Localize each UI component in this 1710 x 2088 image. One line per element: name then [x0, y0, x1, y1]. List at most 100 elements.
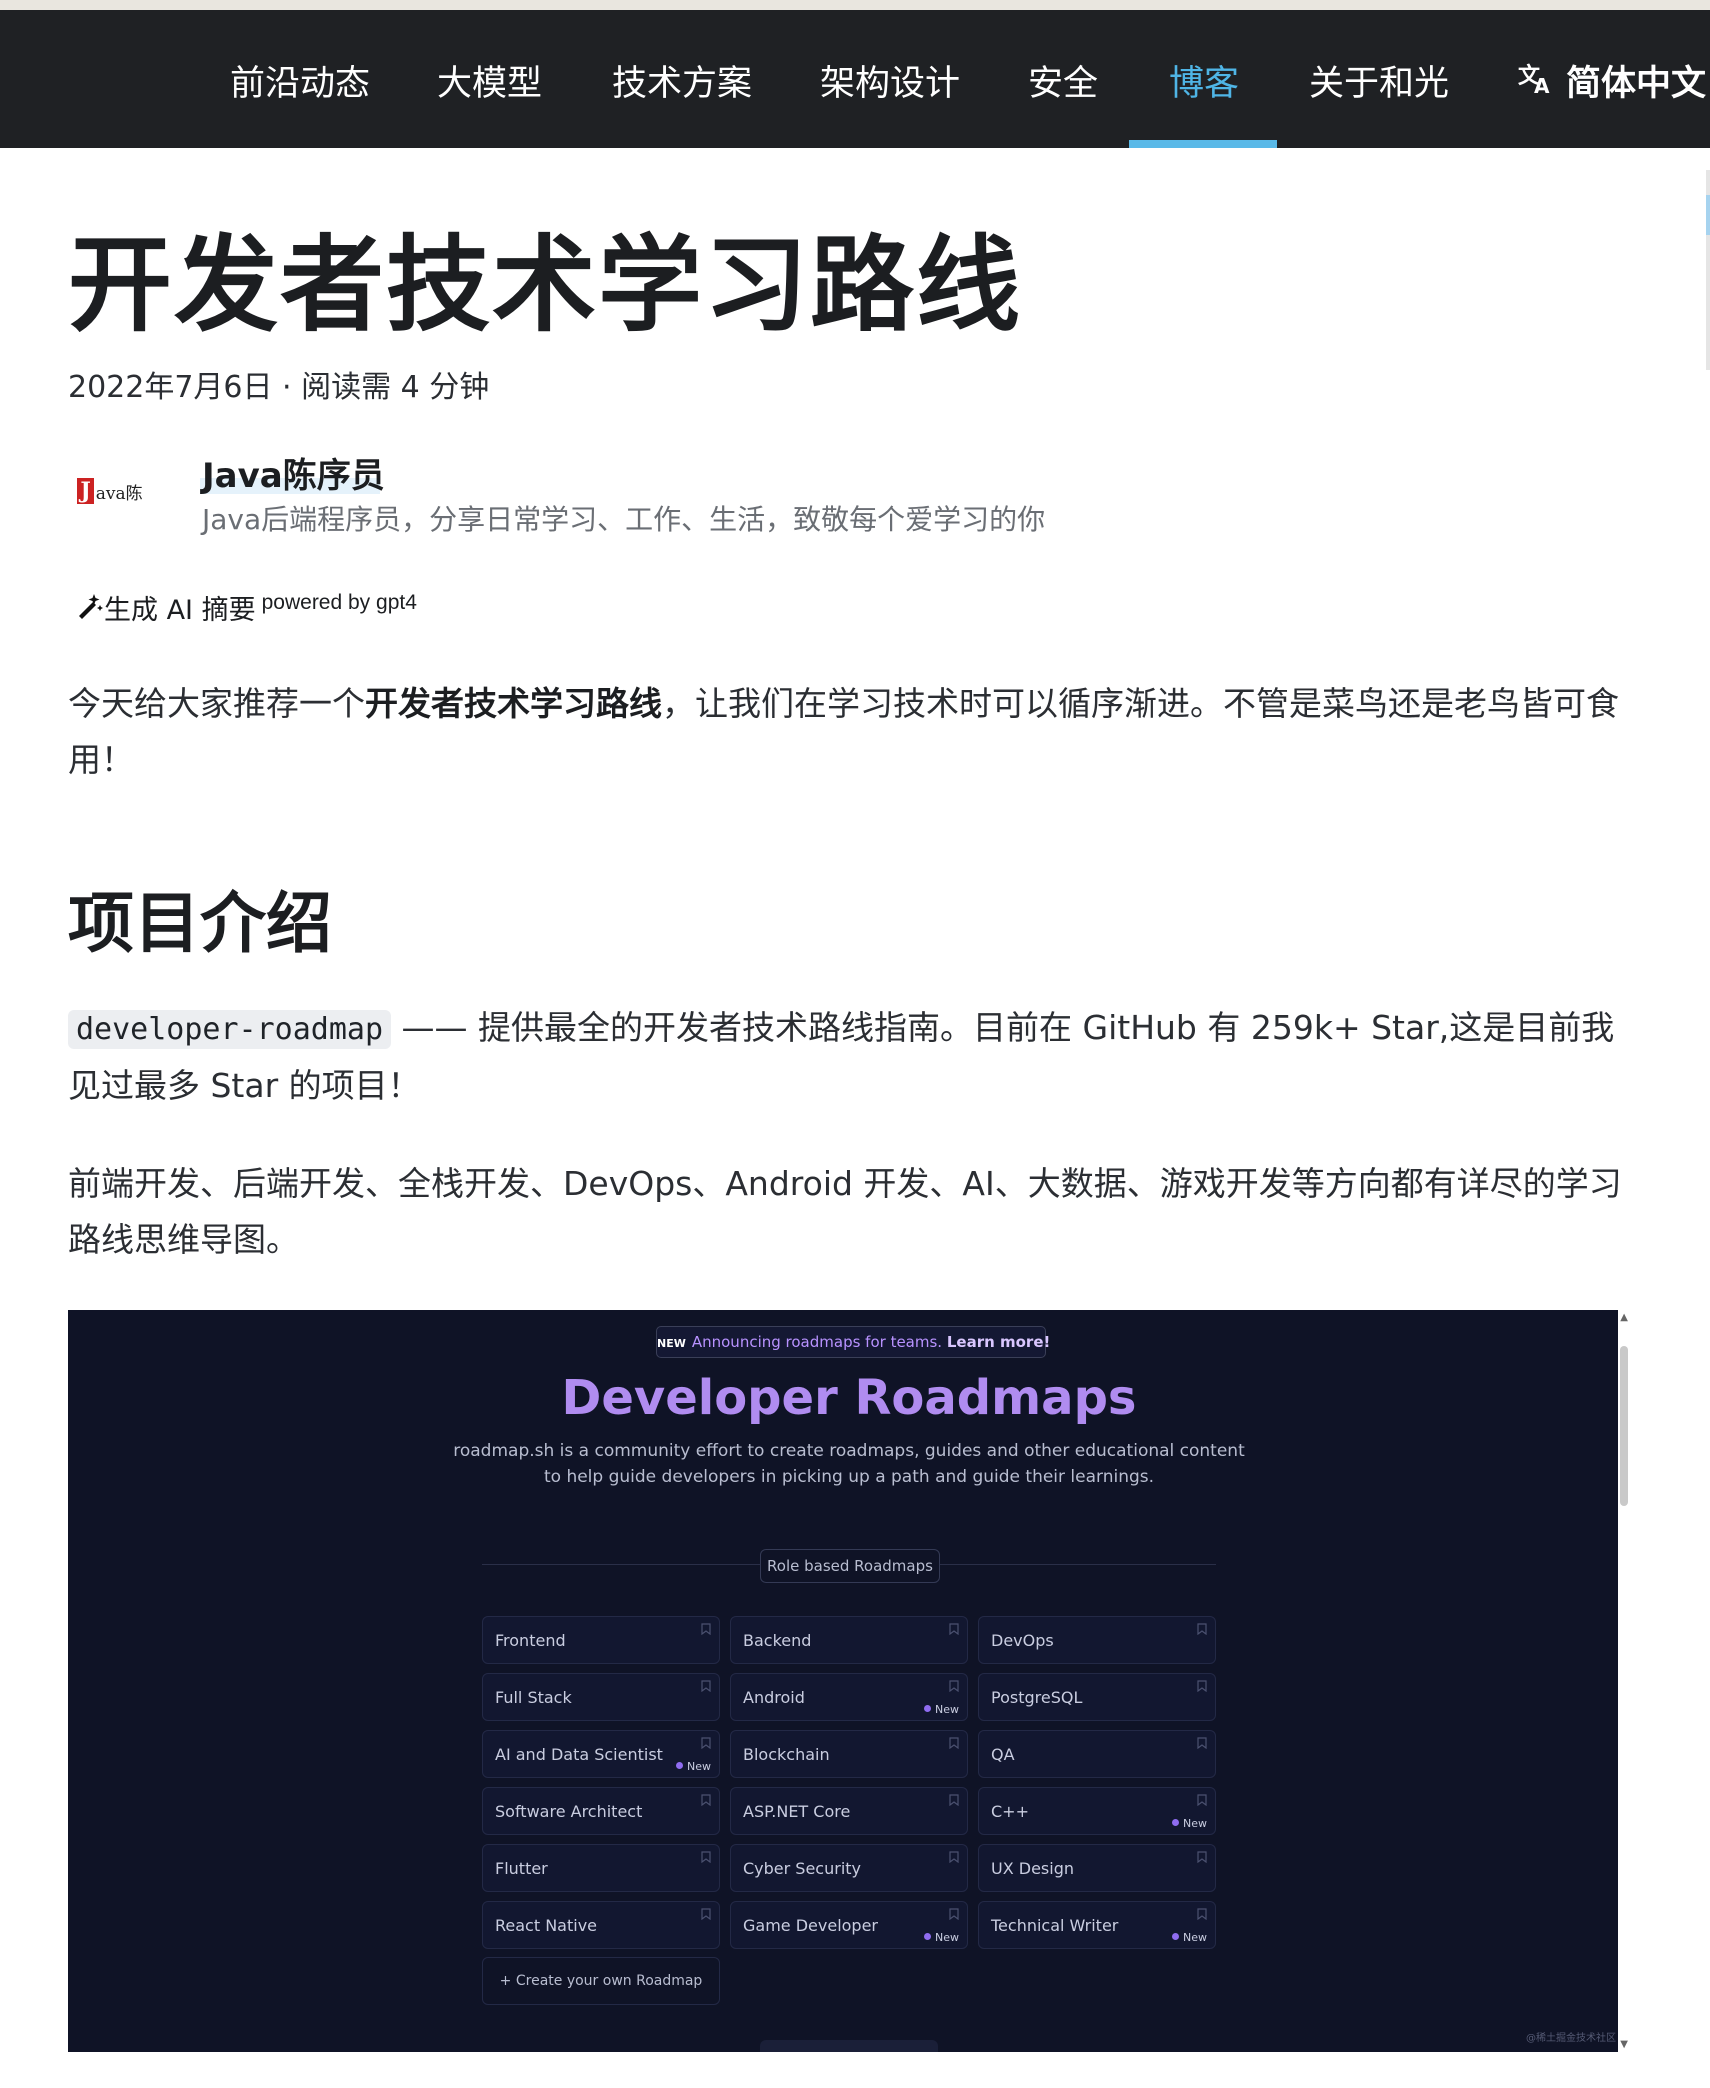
nav-item-about[interactable]: 关于和光	[1309, 10, 1449, 148]
scroll-down-arrow-icon[interactable]: ▼	[1620, 2039, 1628, 2050]
roadmap-card-label: UX Design	[991, 1859, 1074, 1878]
author-avatar[interactable]: Java陈	[72, 470, 148, 512]
author-name[interactable]: Java陈序员	[202, 448, 385, 497]
new-dot-icon	[924, 1705, 931, 1712]
embedded-scrollbar[interactable]: ▲ ▼	[1618, 1310, 1630, 2052]
ai-summary-powered: powered by gpt4	[261, 591, 417, 614]
roadmap-card[interactable]: ASP.NET Core	[730, 1787, 968, 1835]
article-title: 开发者技术学习路线	[68, 224, 1023, 346]
roadmap-card[interactable]: Blockchain	[730, 1730, 968, 1778]
bookmark-icon[interactable]	[1197, 1794, 1207, 1809]
language-switcher[interactable]: 文 A 简体中文	[1518, 10, 1706, 148]
roadmap-card[interactable]: Game Developer New	[730, 1901, 968, 1949]
roadmap-card[interactable]: Software Architect	[482, 1787, 720, 1835]
author-bio: Java后端程序员，分享日常学习、工作、生活，致敬每个爱学习的你	[202, 503, 1046, 536]
roadmap-card-label: Full Stack	[495, 1688, 572, 1707]
bookmark-icon[interactable]	[949, 1623, 959, 1638]
language-label: 简体中文	[1566, 64, 1707, 104]
active-tab-indicator	[1129, 140, 1277, 148]
bookmark-icon[interactable]	[1197, 1851, 1207, 1866]
next-section-chip	[760, 2040, 938, 2052]
roadmap-card[interactable]: C++ New	[978, 1787, 1216, 1835]
roadmap-card-label: React Native	[495, 1916, 598, 1935]
bookmark-icon[interactable]	[701, 1908, 711, 1923]
section-heading: 项目介绍	[68, 885, 332, 962]
page-scrollbar-thumb[interactable]	[1706, 195, 1710, 235]
intro-before: 今天给大家推荐一个	[68, 684, 365, 723]
project-paragraph: developer-roadmap —— 提供最全的开发者技术路线指南。目前在 …	[68, 1000, 1638, 1114]
bookmark-icon[interactable]	[701, 1623, 711, 1638]
roadmap-card[interactable]: UX Design	[978, 1844, 1216, 1892]
magic-wand-icon	[76, 591, 104, 626]
bookmark-icon[interactable]	[701, 1851, 711, 1866]
bookmark-icon[interactable]	[1197, 1908, 1207, 1923]
roadmap-card[interactable]: Cyber Security	[730, 1844, 968, 1892]
top-navbar: 前沿动态 大模型 技术方案 架构设计 安全 博客 关于和光 文 A 简体中文	[0, 10, 1710, 148]
roadmap-card[interactable]: AI and Data Scientist New	[482, 1730, 720, 1778]
roadmap-card[interactable]: QA	[978, 1730, 1216, 1778]
create-roadmap-button[interactable]: + Create your own Roadmap	[482, 1957, 720, 2005]
roadmap-card-label: ASP.NET Core	[743, 1802, 851, 1821]
bookmark-icon[interactable]	[701, 1794, 711, 1809]
roadmaps-title: Developer Roadmaps	[561, 1370, 1137, 1426]
new-badge: New	[1172, 1817, 1207, 1830]
roadmap-card[interactable]: DevOps	[978, 1616, 1216, 1664]
roadmap-card-label: Technical Writer	[991, 1916, 1119, 1935]
roadmap-card[interactable]: Backend	[730, 1616, 968, 1664]
roadmap-card-label: C++	[991, 1802, 1029, 1821]
translate-icon: 文 A	[1518, 10, 1556, 158]
banner-learn-more: Learn more!	[946, 1333, 1051, 1351]
roadmap-card[interactable]: Flutter	[482, 1844, 720, 1892]
avatar-logo-j: J	[77, 478, 94, 504]
roadmap-card-label: QA	[991, 1745, 1015, 1764]
browser-top-strip	[0, 0, 1710, 10]
scroll-up-arrow-icon[interactable]: ▲	[1620, 1312, 1628, 1323]
banner-new-tag: NEW	[657, 1337, 686, 1350]
roadmap-screenshot: NEW Announcing roadmaps for teams. Learn …	[68, 1310, 1630, 2052]
bookmark-icon[interactable]	[1197, 1737, 1207, 1752]
nav-item-architecture[interactable]: 架构设计	[820, 10, 960, 148]
bookmark-icon[interactable]	[949, 1851, 959, 1866]
new-dot-icon	[1172, 1933, 1179, 1940]
new-badge-label: New	[935, 1931, 959, 1944]
watermark: @稀土掘金技术社区	[1526, 2033, 1616, 2044]
new-badge: New	[1172, 1931, 1207, 1944]
roadmap-card-label: PostgreSQL	[991, 1688, 1083, 1707]
nav-item-security[interactable]: 安全	[1028, 10, 1098, 148]
new-dot-icon	[676, 1762, 683, 1769]
nav-item-llm[interactable]: 大模型	[437, 10, 542, 148]
roadmap-card[interactable]: PostgreSQL	[978, 1673, 1216, 1721]
nav-item-frontier[interactable]: 前沿动态	[230, 10, 370, 148]
ai-summary-label: 生成 AI 摘要	[104, 595, 256, 626]
announcement-banner[interactable]: NEW Announcing roadmaps for teams. Learn …	[656, 1326, 1050, 1358]
roadmap-card-label: Backend	[743, 1631, 812, 1650]
roadmap-card[interactable]: Technical Writer New	[978, 1901, 1216, 1949]
roadmap-card-label: DevOps	[991, 1631, 1054, 1650]
roadmap-card[interactable]: Full Stack	[482, 1673, 720, 1721]
roadmap-card[interactable]: Frontend	[482, 1616, 720, 1664]
roadmap-card-label: Blockchain	[743, 1745, 830, 1764]
roadmap-card-label: AI and Data Scientist	[495, 1745, 663, 1764]
role-based-chip: Role based Roadmaps	[760, 1549, 940, 1583]
bookmark-icon[interactable]	[1197, 1680, 1207, 1695]
new-dot-icon	[924, 1933, 931, 1940]
new-badge: New	[676, 1760, 711, 1773]
roadmap-card[interactable]: Android New	[730, 1673, 968, 1721]
nav-item-solutions[interactable]: 技术方案	[612, 10, 752, 148]
bookmark-icon[interactable]	[701, 1680, 711, 1695]
embedded-scrollbar-thumb[interactable]	[1620, 1346, 1628, 1506]
bookmark-icon[interactable]	[949, 1737, 959, 1752]
roadmap-card[interactable]: React Native	[482, 1901, 720, 1949]
roadmap-card-label: Game Developer	[743, 1916, 879, 1935]
bookmark-icon[interactable]	[1197, 1623, 1207, 1638]
new-dot-icon	[1172, 1819, 1179, 1826]
ai-summary-button[interactable]: 生成 AI 摘要 powered by gpt4	[76, 588, 417, 627]
bookmark-icon[interactable]	[949, 1794, 959, 1809]
bookmark-icon[interactable]	[701, 1737, 711, 1752]
bookmark-icon[interactable]	[949, 1908, 959, 1923]
nav-item-blog[interactable]: 博客	[1169, 10, 1239, 148]
avatar-logo-text: ava陈	[95, 483, 143, 504]
new-badge-label: New	[935, 1703, 959, 1716]
new-badge-label: New	[1183, 1817, 1207, 1830]
bookmark-icon[interactable]	[949, 1680, 959, 1695]
